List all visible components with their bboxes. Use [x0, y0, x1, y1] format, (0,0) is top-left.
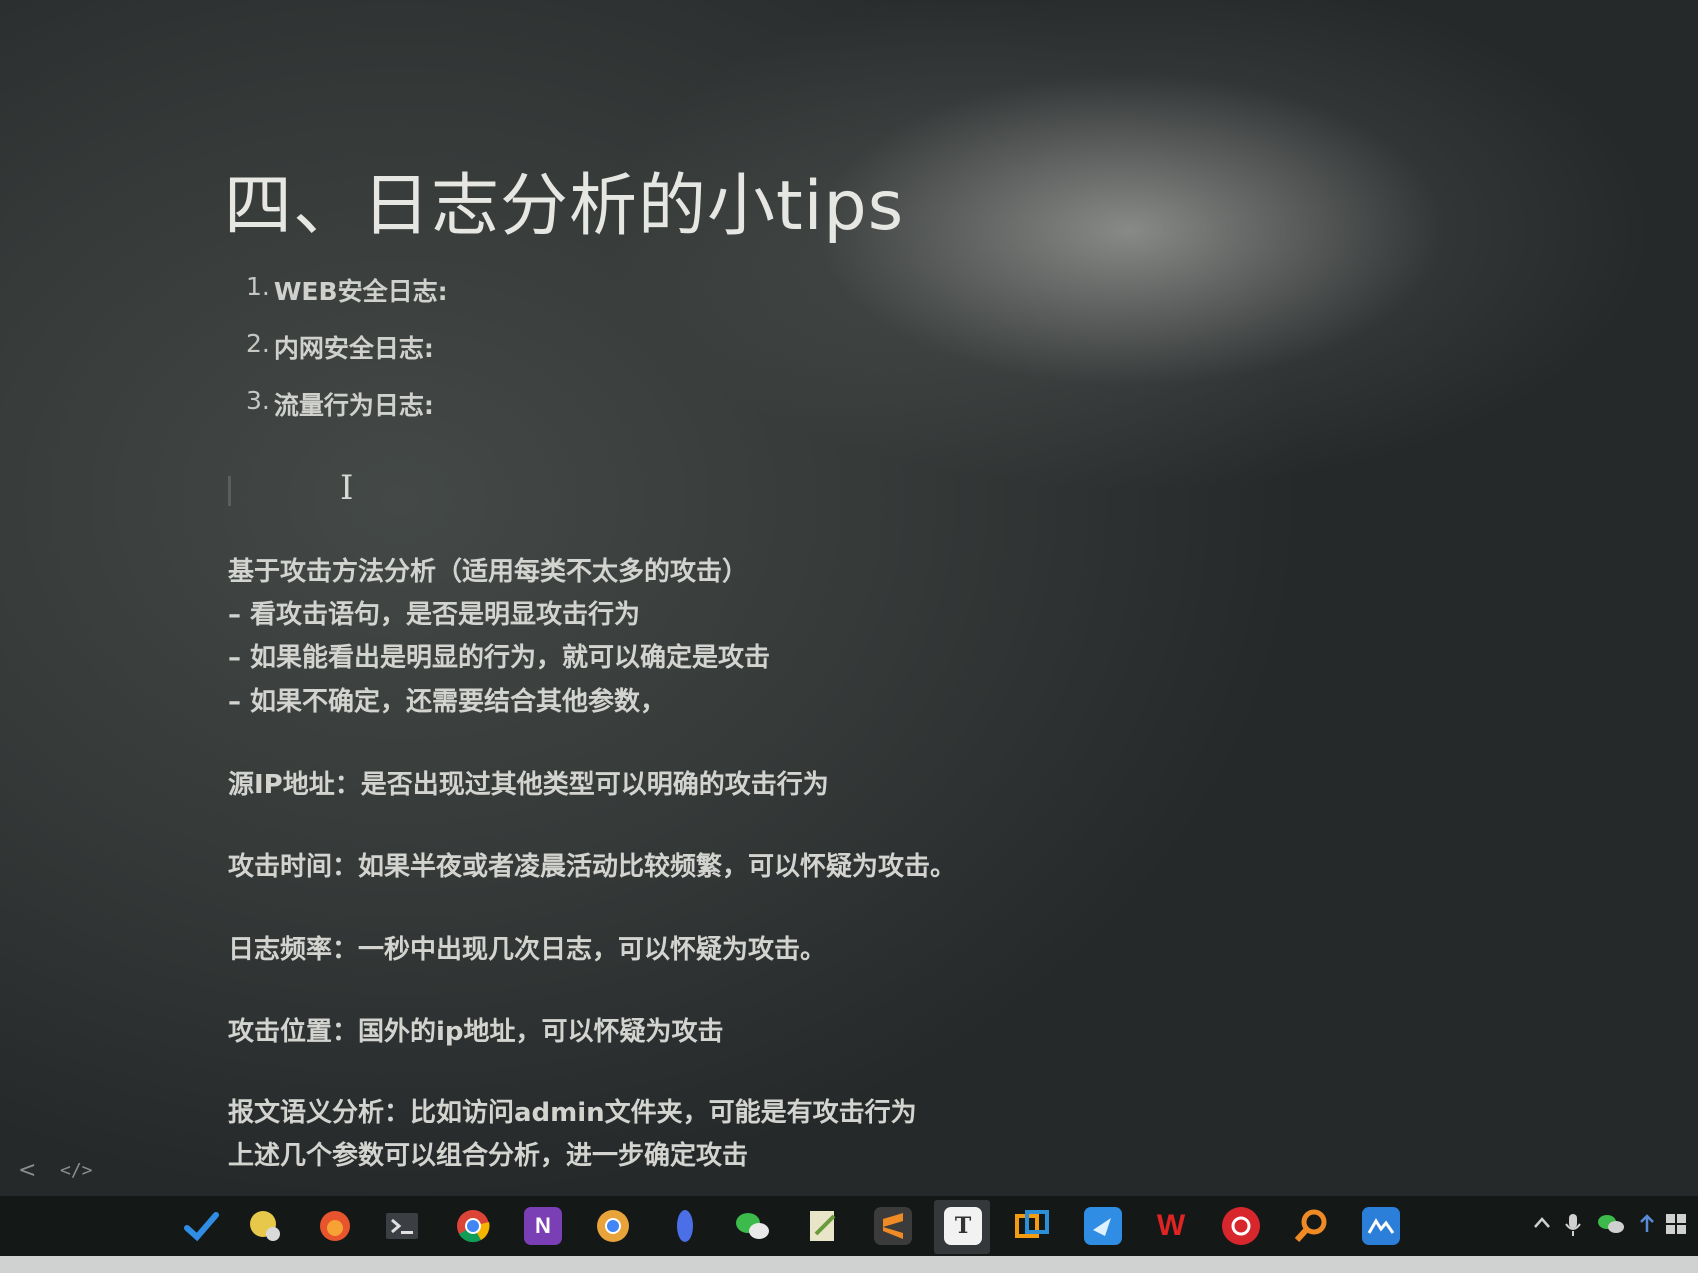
paragraph-semantic-analysis: 报文语义分析：比如访问admin文件夹，可能是有攻击行为 [228, 1098, 917, 1128]
wps-icon[interactable]: W [1152, 1207, 1190, 1245]
terminal-icon[interactable] [384, 1207, 422, 1245]
paragraph-attack-method: 基于攻击方法分析（适用每类不太多的攻击） [228, 557, 749, 587]
paragraph-bullet: – 如果不确定，还需要结合其他参数， [228, 687, 667, 717]
security-tray-icon[interactable] [1664, 1212, 1688, 1241]
notepad-icon[interactable] [804, 1207, 842, 1245]
firefox-icon[interactable] [316, 1207, 354, 1245]
wechat-icon[interactable] [734, 1207, 772, 1245]
source-code-toggle-icon[interactable]: </> [60, 1160, 93, 1181]
toc-label: WEB安全日志: [273, 277, 448, 306]
feishu-icon[interactable] [1084, 1207, 1122, 1245]
ball-icon[interactable] [246, 1207, 284, 1245]
text-caret [228, 476, 231, 506]
toc-number: 2. [246, 329, 270, 358]
wechat-tray-icon[interactable] [1596, 1212, 1626, 1241]
check-icon[interactable] [182, 1207, 220, 1245]
toc-item-intranet[interactable]: 2. 内网安全日志: [246, 329, 448, 386]
paragraph-log-frequency: 日志频率：一秒中出现几次日志，可以怀疑为攻击。 [228, 935, 827, 965]
toc-number: 1. [246, 272, 270, 301]
onenote-icon[interactable]: N [524, 1207, 562, 1245]
netease-music-icon[interactable] [1222, 1207, 1260, 1245]
monitor-bezel [0, 1256, 1698, 1273]
paragraph-attack-time: 攻击时间：如果半夜或者凌晨活动比较频繁，可以怀疑为攻击。 [228, 852, 957, 882]
toc-number: 3. [246, 386, 270, 415]
typora-icon[interactable]: T [944, 1207, 982, 1245]
paragraph-conclusion: 上述几个参数可以组合分析，进一步确定攻击 [228, 1141, 749, 1171]
toc-label: 流量行为日志: [273, 391, 434, 420]
ibeam-cursor-icon: I [340, 468, 354, 508]
toc-label: 内网安全日志: [273, 334, 434, 363]
microphone-icon[interactable] [1564, 1212, 1582, 1243]
toc-item-web[interactable]: 1. WEB安全日志: [246, 272, 448, 329]
chevron-up-icon[interactable] [1532, 1212, 1552, 1239]
feather-icon[interactable] [666, 1207, 704, 1245]
paragraph-bullet: – 如果能看出是明显的行为，就可以确定是攻击 [228, 643, 771, 673]
paragraph-attack-location: 攻击位置：国外的ip地址，可以怀疑为攻击 [228, 1017, 724, 1047]
sidebar-toggle-icon[interactable]: < [18, 1158, 36, 1183]
screen: 四、日志分析的小tips 1. WEB安全日志: 2. 内网安全日志: 3. 流… [0, 0, 1698, 1196]
search-tool-icon[interactable] [1292, 1207, 1330, 1245]
chrome-alt-icon[interactable] [594, 1207, 632, 1245]
app-icon[interactable] [1362, 1207, 1400, 1245]
network-icon[interactable] [1636, 1212, 1658, 1241]
doc-title: 四、日志分析的小tips [224, 167, 905, 246]
toc-list: 1. WEB安全日志: 2. 内网安全日志: 3. 流量行为日志: [246, 272, 448, 443]
sublime-icon[interactable] [874, 1207, 912, 1245]
paragraph-source-ip: 源IP地址：是否出现过其他类型可以明确的攻击行为 [228, 770, 829, 800]
paragraph-bullet: – 看攻击语句，是否是明显攻击行为 [228, 600, 641, 630]
document-editor[interactable]: 四、日志分析的小tips 1. WEB安全日志: 2. 内网安全日志: 3. 流… [0, 0, 1698, 1196]
toc-item-traffic[interactable]: 3. 流量行为日志: [246, 386, 448, 443]
chrome-icon[interactable] [454, 1207, 492, 1245]
vmware-icon[interactable] [1014, 1207, 1052, 1245]
